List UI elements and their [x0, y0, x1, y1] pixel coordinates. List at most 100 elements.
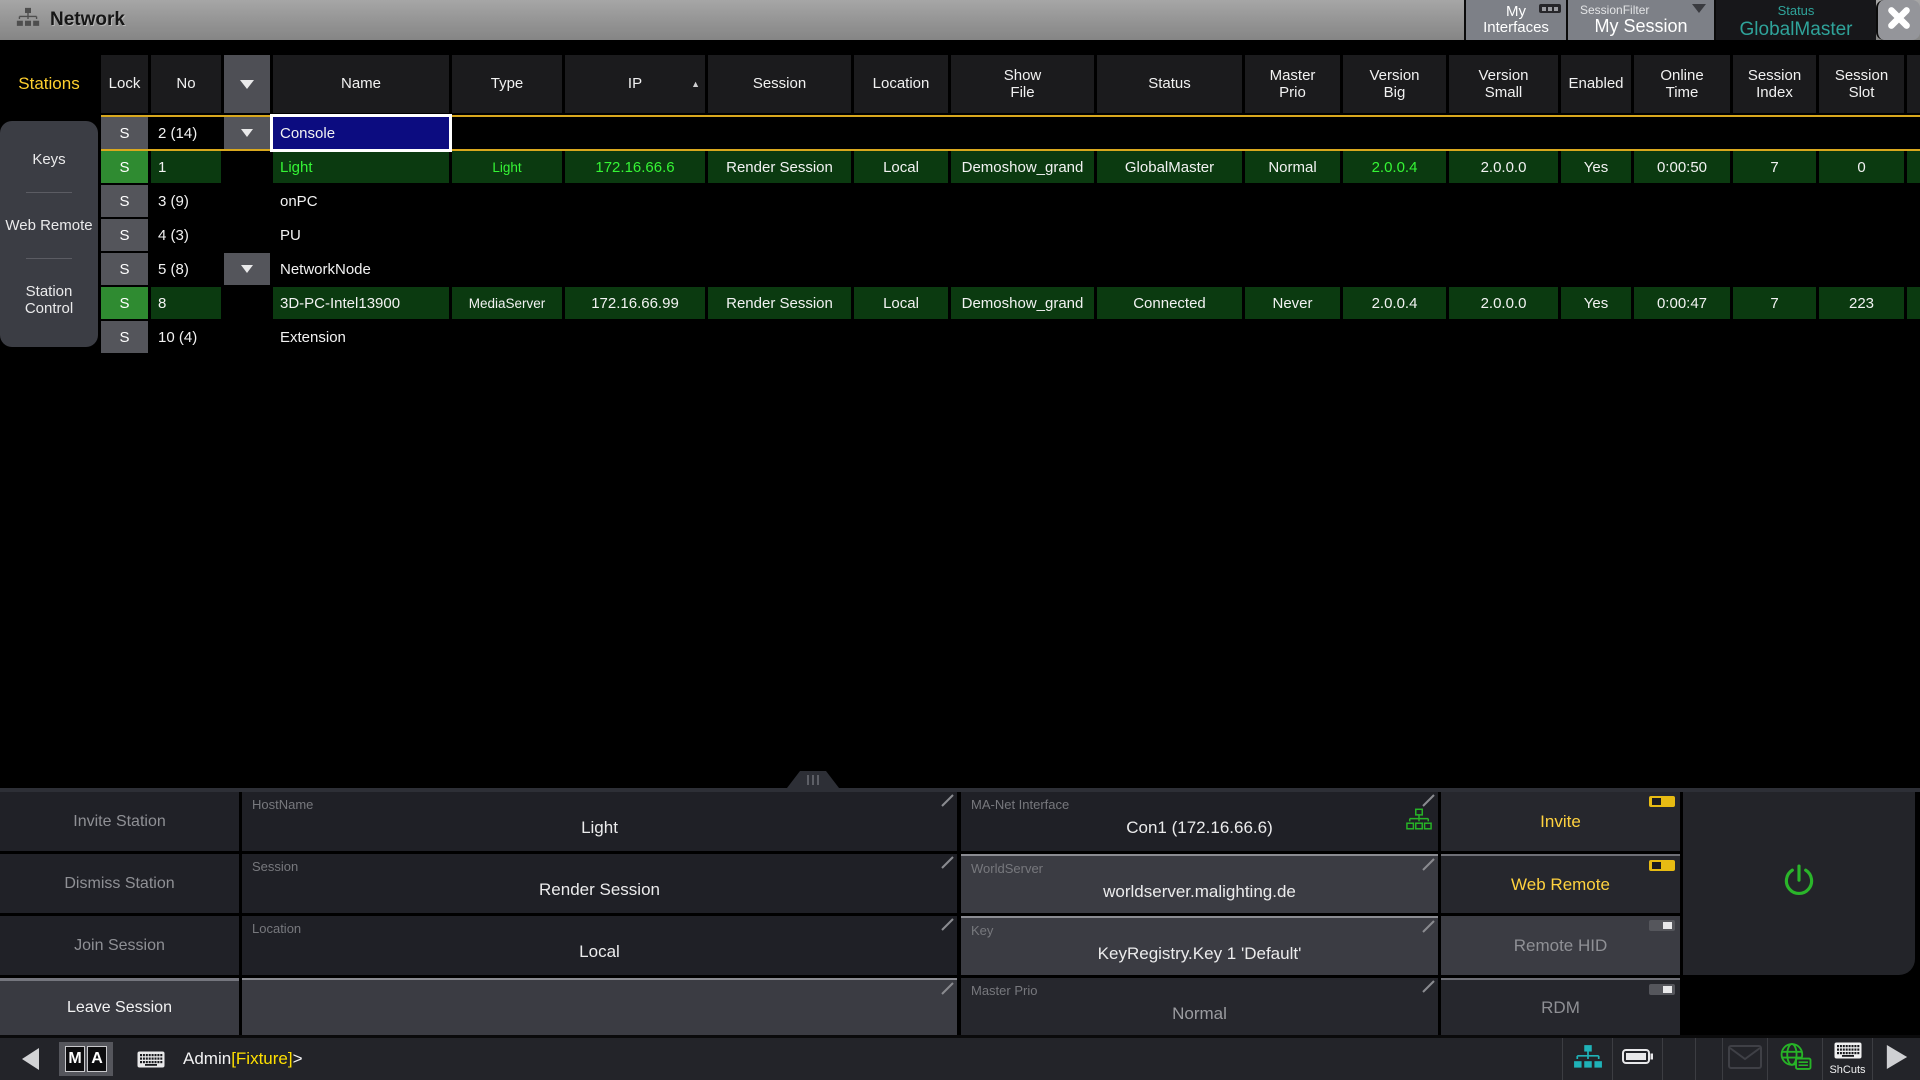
online-time-cell[interactable] [1634, 117, 1730, 149]
session-cell[interactable]: Render Session [708, 287, 851, 319]
splitter-handle[interactable] [787, 771, 839, 788]
enabled-cell[interactable] [1561, 321, 1631, 353]
master-prio-cell[interactable] [1245, 117, 1340, 149]
ip-cell[interactable] [565, 185, 705, 217]
station-row-console[interactable]: S2 (14)Console [101, 117, 1920, 149]
no-cell[interactable]: 1 [151, 151, 221, 183]
sidebar-tab-stations[interactable]: Stations [0, 55, 98, 113]
location-cell[interactable] [854, 321, 948, 353]
location-cell[interactable] [854, 219, 948, 251]
session-slot-cell[interactable] [1819, 219, 1904, 251]
session-cell[interactable] [708, 117, 851, 149]
name-cell[interactable]: PU [273, 219, 449, 251]
dismiss-station-button[interactable]: Dismiss Station [0, 854, 239, 913]
location-field[interactable]: Location Local [242, 916, 957, 975]
version-small-cell[interactable]: 2.0.0.0 [1449, 151, 1558, 183]
no-cell[interactable]: 3 (9) [151, 185, 221, 217]
command-line-input[interactable]: Admin[Fixture]> [183, 1049, 303, 1069]
column-header-no[interactable]: No [151, 55, 221, 113]
sidebar-item-station-control[interactable]: Station Control [0, 283, 98, 318]
version-small-cell[interactable] [1449, 185, 1558, 217]
enabled-cell[interactable] [1561, 219, 1631, 251]
status-cell[interactable] [1097, 185, 1242, 217]
version-big-cell[interactable] [1343, 321, 1446, 353]
version-small-cell[interactable] [1449, 219, 1558, 251]
version-small-cell[interactable]: 2.0.0.0 [1449, 287, 1558, 319]
ip-cell[interactable] [565, 117, 705, 149]
type-cell[interactable]: Light [452, 151, 562, 183]
location-cell[interactable]: Local [854, 287, 948, 319]
master-prio-cell[interactable]: Normal [1245, 151, 1340, 183]
lock-cell[interactable]: S [101, 253, 148, 285]
session-slot-cell[interactable] [1819, 321, 1904, 353]
master-prio-cell[interactable] [1245, 185, 1340, 217]
session-slot-cell[interactable] [1819, 117, 1904, 149]
ma-net-interface-field[interactable]: MA-Net Interface Con1 (172.16.66.6) [961, 792, 1438, 851]
column-header-session_slot[interactable]: Session Slot [1819, 55, 1904, 113]
expand-arrow[interactable] [224, 253, 270, 285]
invite-toggle[interactable]: Invite [1441, 792, 1680, 851]
ip-cell[interactable] [565, 219, 705, 251]
empty-field-field[interactable] [242, 978, 957, 1035]
lock-cell[interactable]: S [101, 287, 148, 319]
join-session-button[interactable]: Join Session [0, 916, 239, 975]
column-header-status[interactable]: Status [1097, 55, 1242, 113]
column-header-version_small[interactable]: Version Small [1449, 55, 1558, 113]
version-big-cell[interactable] [1343, 117, 1446, 149]
status-cell[interactable] [1097, 117, 1242, 149]
invite-station-button[interactable]: Invite Station [0, 792, 239, 851]
column-header-version_big[interactable]: Version Big [1343, 55, 1446, 113]
network-status-icon[interactable] [1562, 1038, 1612, 1080]
version-small-cell[interactable] [1449, 321, 1558, 353]
online-time-cell[interactable] [1634, 253, 1730, 285]
type-cell[interactable] [452, 219, 562, 251]
enabled-cell[interactable] [1561, 185, 1631, 217]
online-time-cell[interactable]: 0:00:50 [1634, 151, 1730, 183]
ip-cell[interactable] [565, 321, 705, 353]
column-header-spacer[interactable] [1907, 55, 1920, 113]
column-header-enabled[interactable]: Enabled [1561, 55, 1631, 113]
column-header-show_file[interactable]: Show File [951, 55, 1094, 113]
session-slot-cell[interactable]: 0 [1819, 151, 1904, 183]
lock-cell[interactable]: S [101, 321, 148, 353]
shcuts-keyboard-icon[interactable]: ShCuts [1822, 1038, 1872, 1080]
column-header-filter[interactable] [224, 55, 270, 113]
show-file-cell[interactable] [951, 253, 1094, 285]
column-header-master_prio[interactable]: Master Prio [1245, 55, 1340, 113]
no-cell[interactable]: 5 (8) [151, 253, 221, 285]
enabled-cell[interactable]: Yes [1561, 151, 1631, 183]
online-time-cell[interactable] [1634, 185, 1730, 217]
type-cell[interactable]: MediaServer [452, 287, 562, 319]
keyboard-icon[interactable] [137, 1051, 165, 1068]
status-cell[interactable]: Connected [1097, 287, 1242, 319]
session-index-cell[interactable] [1733, 253, 1816, 285]
master-prio-field[interactable]: Master Prio Normal [961, 978, 1438, 1035]
world-server-icon[interactable] [1767, 1038, 1822, 1080]
column-header-ip[interactable]: IP▲ [565, 55, 705, 113]
session-cell[interactable] [708, 253, 851, 285]
location-cell[interactable] [854, 117, 948, 149]
expand-arrow[interactable] [224, 117, 270, 149]
lock-cell[interactable]: S [101, 185, 148, 217]
ma-logo-button[interactable]: M A [59, 1042, 113, 1076]
session-index-cell[interactable] [1733, 185, 1816, 217]
station-row-light[interactable]: S1LightLight172.16.66.6Render SessionLoc… [101, 151, 1920, 183]
type-cell[interactable] [452, 253, 562, 285]
station-row-pu[interactable]: S4 (3)PU [101, 219, 1920, 251]
sidebar-item-web-remote[interactable]: Web Remote [5, 217, 92, 234]
session-filter-button[interactable]: SessionFilter My Session [1566, 0, 1714, 40]
back-arrow-icon[interactable] [22, 1048, 39, 1070]
master-prio-cell[interactable] [1245, 253, 1340, 285]
ip-cell[interactable] [565, 253, 705, 285]
lock-cell[interactable]: S [101, 219, 148, 251]
version-small-cell[interactable] [1449, 253, 1558, 285]
session-field[interactable]: Session Render Session [242, 854, 957, 913]
web-remote-toggle[interactable]: Web Remote [1441, 854, 1680, 913]
name-cell[interactable]: Extension [273, 321, 449, 353]
show-file-cell[interactable]: Demoshow_grand [951, 151, 1094, 183]
session-index-cell[interactable] [1733, 219, 1816, 251]
status-cell[interactable] [1097, 219, 1242, 251]
show-file-cell[interactable] [951, 321, 1094, 353]
leave-session-button[interactable]: Leave Session [0, 978, 239, 1035]
station-row-networknode[interactable]: S5 (8)NetworkNode [101, 253, 1920, 285]
